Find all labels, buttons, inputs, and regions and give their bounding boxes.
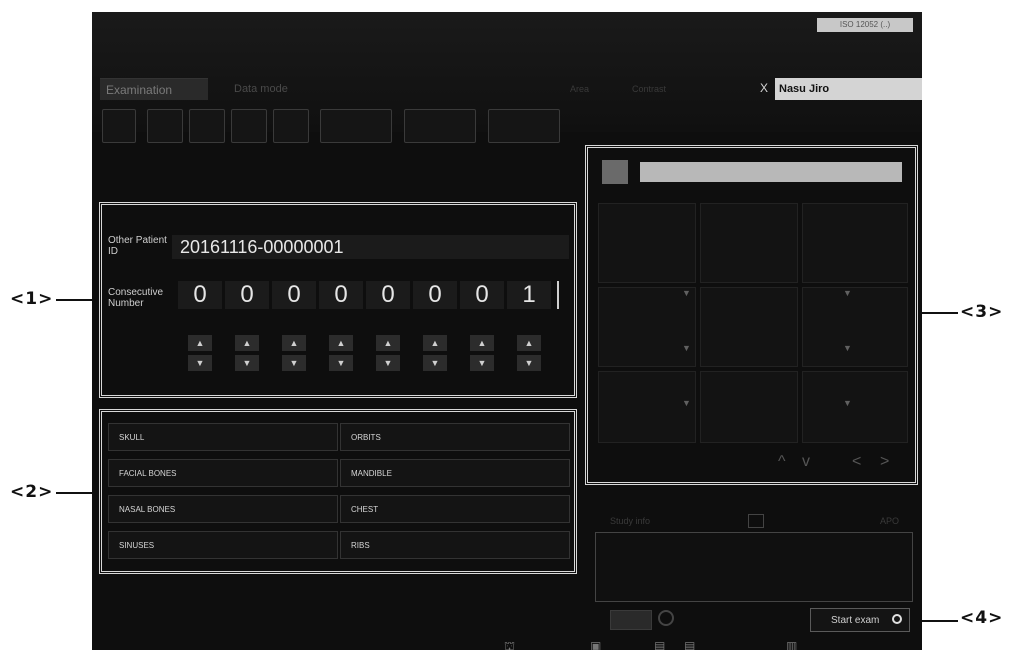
down-arrow-8[interactable]: ▼ xyxy=(517,355,541,371)
panel-header-icon xyxy=(602,160,628,184)
callout-1: <1> xyxy=(10,289,54,309)
body-part-button[interactable]: NASAL BONES xyxy=(108,495,338,523)
page-left-icon[interactable]: < xyxy=(852,453,861,471)
tab-examination[interactable]: Examination xyxy=(100,78,208,100)
digit-4[interactable]: 0 xyxy=(319,281,363,309)
toolbar-button[interactable] xyxy=(147,109,183,143)
dropdown-icon[interactable]: ▼ xyxy=(682,398,691,408)
protocol-cell[interactable] xyxy=(598,287,696,367)
body-part-button[interactable]: ORBITS xyxy=(340,423,570,451)
up-arrow-8[interactable]: ▲ xyxy=(517,335,541,351)
down-arrow-1[interactable]: ▼ xyxy=(188,355,212,371)
study-info-box xyxy=(595,532,913,602)
body-part-button[interactable]: SINUSES xyxy=(108,531,338,559)
body-part-button[interactable]: CHEST xyxy=(340,495,570,523)
digit-3[interactable]: 0 xyxy=(272,281,316,309)
callout-3: <3> xyxy=(960,302,1004,322)
digit-6[interactable]: 0 xyxy=(413,281,457,309)
protocol-cell[interactable] xyxy=(598,203,696,283)
down-arrow-4[interactable]: ▼ xyxy=(329,355,353,371)
iso-label: ISO 12052 (..) xyxy=(817,18,913,32)
protocol-cell[interactable] xyxy=(700,203,798,283)
app-screen: ISO 12052 (..) Examination Data mode Are… xyxy=(92,12,922,650)
callout-4: <4> xyxy=(960,608,1004,628)
protocol-cell[interactable] xyxy=(700,371,798,443)
cap-icon[interactable]: ⛫ xyxy=(504,639,515,650)
digit-2[interactable]: 0 xyxy=(225,281,269,309)
save-icon[interactable]: ▣ xyxy=(590,639,601,650)
down-arrow-3[interactable]: ▼ xyxy=(282,355,306,371)
other-patient-id-label: Other Patient ID xyxy=(108,235,167,257)
digit-5[interactable]: 0 xyxy=(366,281,410,309)
digit-1[interactable]: 0 xyxy=(178,281,222,309)
callout-2: <2> xyxy=(10,482,54,502)
print-icon[interactable]: ▤ xyxy=(684,639,695,650)
toolbar-button[interactable] xyxy=(189,109,225,143)
up-arrow-3[interactable]: ▲ xyxy=(282,335,306,351)
scroll-down-icon[interactable]: v xyxy=(802,453,810,471)
tab-data-mode[interactable]: Data mode xyxy=(234,78,324,100)
up-arrow-6[interactable]: ▲ xyxy=(423,335,447,351)
up-arrow-4[interactable]: ▲ xyxy=(329,335,353,351)
area-label: Area xyxy=(570,84,590,94)
protocol-cell[interactable] xyxy=(700,287,798,367)
scroll-up-icon[interactable]: ^ xyxy=(778,453,786,471)
print-icon[interactable]: ▤ xyxy=(654,639,665,650)
toolbar-button[interactable] xyxy=(273,109,309,143)
protocol-cell[interactable] xyxy=(802,287,908,367)
panel-header-field xyxy=(640,162,902,182)
protocol-cell[interactable] xyxy=(802,371,908,443)
dropdown-icon[interactable]: ▼ xyxy=(682,288,691,298)
operator-name: Nasu Jiro xyxy=(775,78,922,100)
contrast-label: Contrast xyxy=(632,84,667,94)
body-part-panel: SKULL ORBITS FACIAL BONES MANDIBLE NASAL… xyxy=(99,409,577,574)
dropdown-icon[interactable]: ▼ xyxy=(843,288,852,298)
other-patient-id-field[interactable]: 20161116-00000001 xyxy=(172,235,569,259)
down-arrow-6[interactable]: ▼ xyxy=(423,355,447,371)
trash-icon[interactable]: ▥ xyxy=(786,639,797,650)
up-arrow-1[interactable]: ▲ xyxy=(188,335,212,351)
refresh-icon[interactable] xyxy=(658,610,674,626)
down-arrow-7[interactable]: ▼ xyxy=(470,355,494,371)
study-info-label: Study info xyxy=(610,516,651,526)
dropdown-icon[interactable]: ▼ xyxy=(682,343,691,353)
up-arrow-2[interactable]: ▲ xyxy=(235,335,259,351)
consecutive-number-label: Consecutive Number xyxy=(108,287,164,309)
up-arrow-7[interactable]: ▲ xyxy=(470,335,494,351)
down-arrow-2[interactable]: ▼ xyxy=(235,355,259,371)
down-arrow-5[interactable]: ▼ xyxy=(376,355,400,371)
page-right-icon[interactable]: > xyxy=(880,453,889,471)
body-part-button[interactable]: MANDIBLE xyxy=(340,459,570,487)
body-part-button[interactable]: RIBS xyxy=(340,531,570,559)
body-part-button[interactable]: FACIAL BONES xyxy=(108,459,338,487)
up-arrow-5[interactable]: ▲ xyxy=(376,335,400,351)
dropdown-icon[interactable]: ▼ xyxy=(843,398,852,408)
start-exam-indicator xyxy=(892,614,902,624)
protocol-panel: ▼ ▼ ▼ ▼ ▼ ▼ ^ v < > xyxy=(585,145,918,485)
toolbar-button[interactable] xyxy=(102,109,136,143)
toolbar-button[interactable] xyxy=(320,109,392,143)
apo-label: APO xyxy=(880,516,900,526)
gear-icon[interactable] xyxy=(610,610,652,630)
toolbar-button[interactable] xyxy=(404,109,476,143)
digit-7[interactable]: 0 xyxy=(460,281,504,309)
study-icon[interactable] xyxy=(748,514,764,528)
digit-divider xyxy=(557,281,559,309)
digit-8[interactable]: 1 xyxy=(507,281,551,309)
protocol-cell[interactable] xyxy=(802,203,908,283)
toolbar-button[interactable] xyxy=(231,109,267,143)
patient-id-panel: Other Patient ID 20161116-00000001 Conse… xyxy=(99,202,577,398)
body-part-button[interactable]: SKULL xyxy=(108,423,338,451)
dropdown-icon[interactable]: ▼ xyxy=(843,343,852,353)
close-icon[interactable]: X xyxy=(760,81,768,95)
toolbar-button[interactable] xyxy=(488,109,560,143)
